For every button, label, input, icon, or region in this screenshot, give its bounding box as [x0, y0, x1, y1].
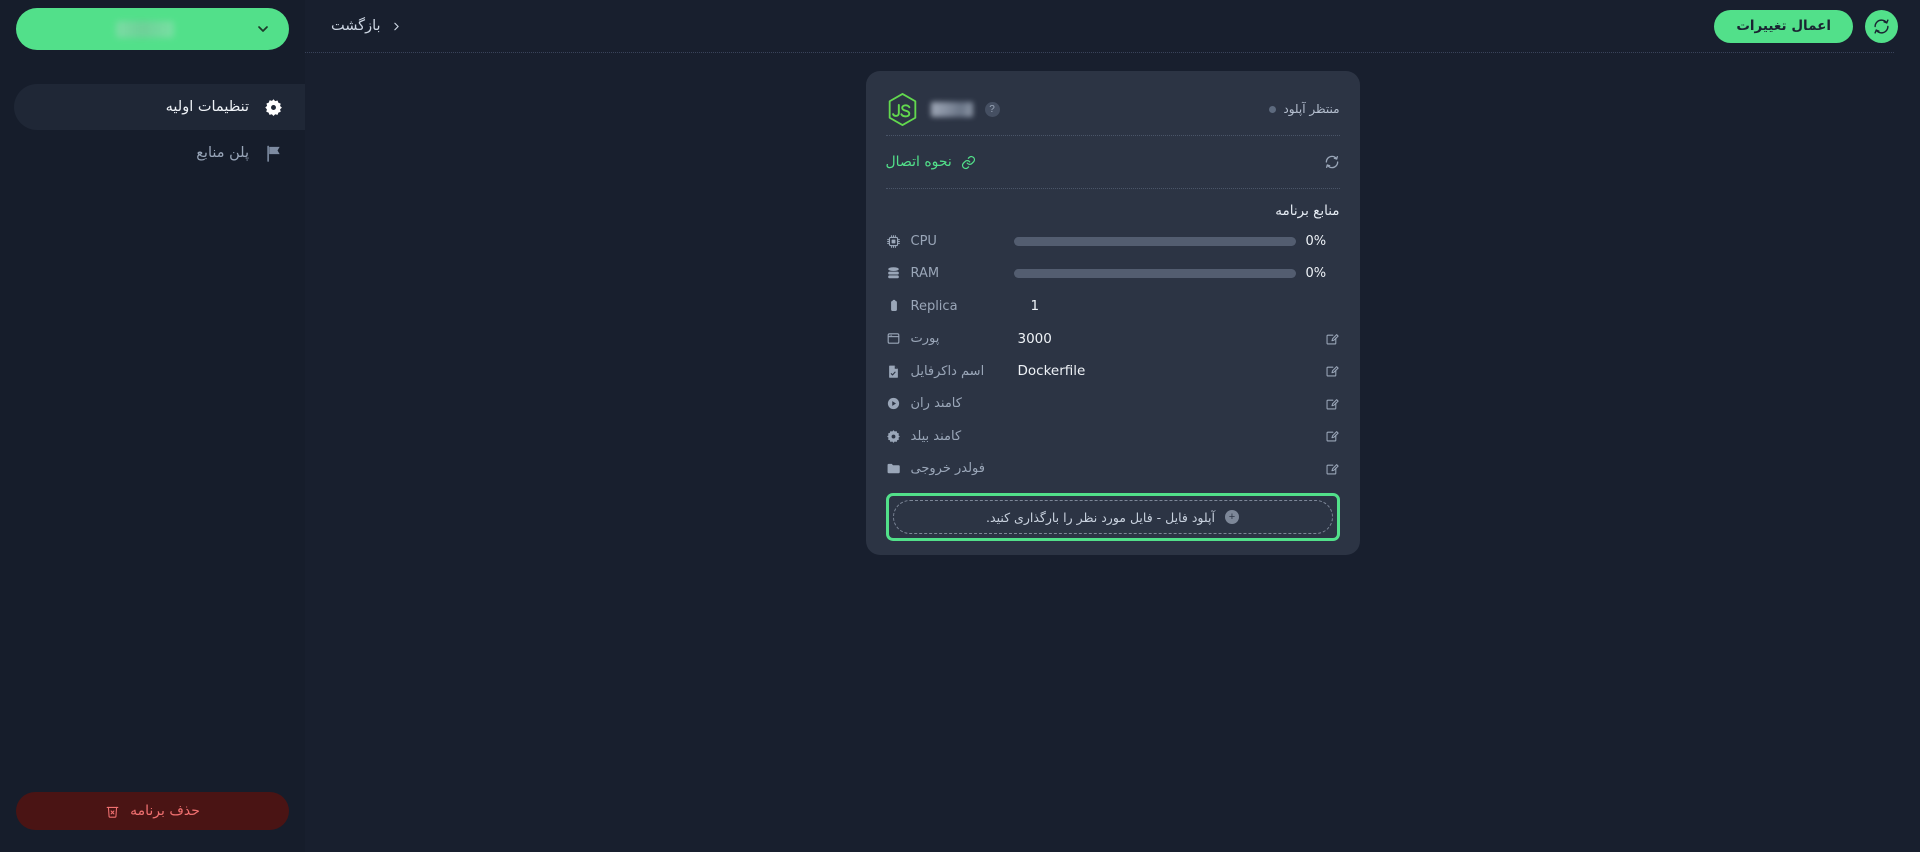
- field-row-output-folder: فولدر خروجی: [886, 453, 1340, 486]
- dockerfile-edit-pencil-icon[interactable]: [1325, 364, 1340, 379]
- resources-section-title: منابع برنامه: [1275, 203, 1340, 219]
- build-command-label-group: کامند بیلد: [886, 428, 1004, 444]
- replica-label-group: Replica: [886, 298, 1004, 314]
- apply-changes-button[interactable]: اعمال تغییرات: [1714, 9, 1853, 43]
- upload-highlight-ring: آپلود فایل - فایل مورد نظر را بارگذاری ک…: [885, 493, 1340, 541]
- run-command-edit-pencil-icon[interactable]: [1325, 396, 1340, 411]
- sidebar-item-resource-plan[interactable]: پلن منابع: [0, 130, 305, 176]
- connection-method-label: نحوه اتصال: [885, 154, 952, 170]
- link-icon: [961, 155, 975, 169]
- dockerfile-label: اسم داکرفایل: [910, 363, 985, 379]
- app-selector-dropdown[interactable]: [16, 8, 289, 50]
- memory-stack-icon: [886, 266, 902, 282]
- connection-row: نحوه اتصال: [886, 140, 1340, 184]
- port-value: 3000: [1017, 330, 1052, 347]
- folder-icon: [886, 461, 902, 477]
- field-row-run-command: کامند ران: [886, 388, 1340, 421]
- run-command-label-group: کامند ران: [886, 396, 1004, 412]
- file-upload-dropzone[interactable]: آپلود فایل - فایل مورد نظر را بارگذاری ک…: [892, 500, 1333, 534]
- resource-row-cpu: 0% CPU: [886, 225, 1340, 258]
- content-area: ? منتظر آپلود نحوه اتصال منابع برنامه 0%…: [305, 53, 1920, 852]
- port-label: پورت: [910, 331, 940, 347]
- trash-x-icon: [106, 806, 119, 818]
- field-row-dockerfile: Dockerfile اسم داکرفایل: [886, 355, 1340, 388]
- sidebar-item-label: تنظیمات اولیه: [165, 99, 249, 115]
- dockerfile-label-group: اسم داکرفایل: [886, 363, 1004, 379]
- ram-label: RAM: [910, 266, 940, 282]
- toolbar-actions: اعمال تغییرات: [1714, 9, 1898, 43]
- port-label-group: پورت: [886, 331, 1004, 347]
- ram-progress-bar: [1013, 269, 1296, 279]
- connection-refresh-button[interactable]: [1324, 154, 1340, 170]
- app-settings-card: ? منتظر آپلود نحوه اتصال منابع برنامه 0%…: [865, 71, 1360, 555]
- refresh-icon: [1874, 18, 1889, 34]
- back-link[interactable]: بازگشت: [331, 18, 403, 34]
- dockerfile-value: Dockerfile: [1017, 363, 1086, 380]
- app-root: اعمال تغییرات بازگشت ? منتظر آپلود نحوه …: [0, 0, 1920, 852]
- ram-value: 0%: [1305, 266, 1327, 282]
- chevron-left-icon: [393, 22, 399, 30]
- field-row-build-command: کامند بیلد: [886, 420, 1340, 453]
- connection-method-link[interactable]: نحوه اتصال: [886, 154, 976, 170]
- card-header: ? منتظر آپلود: [886, 87, 1340, 131]
- main-content-area: اعمال تغییرات بازگشت ? منتظر آپلود نحوه …: [305, 0, 1920, 852]
- status-badge: منتظر آپلود: [1269, 102, 1340, 116]
- upload-label: آپلود فایل - فایل مورد نظر را بارگذاری ک…: [986, 509, 1215, 525]
- clipboard-icon: [886, 298, 902, 314]
- app-selector-value: [34, 20, 255, 38]
- flag-icon: [263, 143, 283, 163]
- card-divider-1: [885, 135, 1340, 136]
- window-icon: [886, 331, 902, 347]
- ram-label-group: RAM: [886, 266, 1004, 282]
- resource-row-replica: 1 Replica: [886, 290, 1340, 323]
- gear-icon: [886, 428, 902, 444]
- cpu-progress-bar: [1013, 236, 1296, 246]
- status-label: منتظر آپلود: [1283, 102, 1340, 116]
- field-row-port: 3000 پورت: [886, 323, 1340, 356]
- sidebar-nav: تنظیمات اولیه پلن منابع: [0, 84, 305, 176]
- top-toolbar: اعمال تغییرات بازگشت: [305, 0, 1920, 52]
- gear-icon: [263, 97, 283, 117]
- cpu-chip-icon: [886, 233, 902, 249]
- chevron-down-icon: [258, 26, 268, 32]
- file-check-icon: [886, 363, 902, 379]
- output-folder-label-group: فولدر خروجی: [886, 461, 1004, 477]
- card-divider-2: [885, 188, 1340, 189]
- refresh-icon: [1325, 155, 1338, 169]
- port-edit-pencil-icon[interactable]: [1325, 331, 1340, 346]
- sidebar-item-label: پلن منابع: [196, 145, 249, 161]
- play-circle-icon: [886, 396, 902, 412]
- plus-circle-icon: +: [1224, 510, 1239, 524]
- delete-app-button[interactable]: حذف برنامه: [16, 792, 289, 830]
- sidebar: تنظیمات اولیه پلن منابع حذف برنامه: [0, 0, 305, 852]
- sidebar-item-initial-settings[interactable]: تنظیمات اولیه: [14, 84, 305, 130]
- output-folder-label: فولدر خروجی: [910, 461, 985, 477]
- resource-row-ram: 0% RAM: [886, 258, 1340, 291]
- replica-value: 1: [1030, 298, 1040, 315]
- card-header-identity: ?: [886, 92, 1000, 126]
- cpu-value: 0%: [1305, 233, 1327, 249]
- build-command-label: کامند بیلد: [910, 428, 962, 444]
- app-name-redacted: [930, 101, 973, 117]
- delete-app-label: حذف برنامه: [130, 803, 200, 819]
- redacted-text: [115, 20, 174, 38]
- refresh-button[interactable]: [1865, 9, 1898, 43]
- run-command-label: کامند ران: [910, 396, 962, 412]
- help-icon[interactable]: ?: [984, 101, 1000, 117]
- output-folder-edit-pencil-icon[interactable]: [1325, 461, 1340, 476]
- replica-label: Replica: [910, 298, 958, 314]
- back-label: بازگشت: [331, 18, 381, 34]
- nodejs-js-logo-icon: [888, 92, 916, 126]
- build-command-edit-pencil-icon[interactable]: [1325, 429, 1340, 444]
- cpu-label-group: CPU: [886, 233, 1004, 249]
- cpu-label: CPU: [910, 233, 937, 249]
- status-dot-icon: [1269, 105, 1277, 113]
